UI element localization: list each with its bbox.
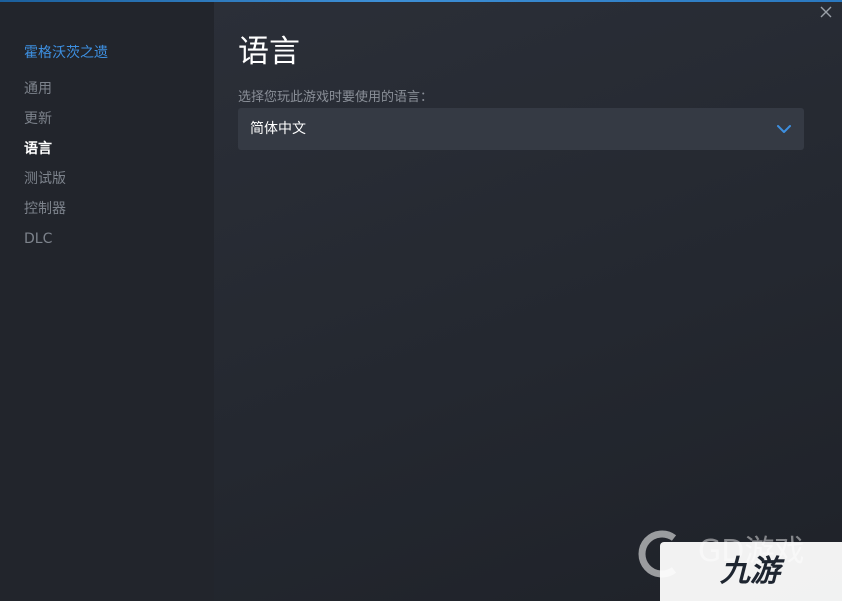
game-title: 霍格沃茨之遗 <box>24 45 108 61</box>
steam-game-properties-window: 霍格沃茨之遗 通用 更新 语言 测试版 控制器 DLC 语言 选择您玩此游戏时要… <box>0 0 842 601</box>
language-select-label: 选择您玩此游戏时要使用的语言： <box>238 90 434 105</box>
sidebar-item-general[interactable]: 通用 <box>24 78 66 108</box>
close-icon <box>820 6 832 18</box>
sidebar-item-betas[interactable]: 测试版 <box>24 168 66 198</box>
sidebar-item-dlc[interactable]: DLC <box>24 228 66 258</box>
sidebar-item-language[interactable]: 语言 <box>24 138 66 168</box>
watermark: GD游戏 九游 <box>632 522 842 601</box>
sidebar-item-label: 更新 <box>24 111 52 127</box>
close-button[interactable] <box>818 4 834 20</box>
sidebar-item-label: 语言 <box>24 141 52 157</box>
sidebar-item-label: 测试版 <box>24 171 66 187</box>
sidebar-item-label: DLC <box>24 231 53 247</box>
chevron-down-icon <box>777 125 791 133</box>
watermark-text-jiuyou: 九游 <box>720 554 780 589</box>
sidebar-nav: 通用 更新 语言 测试版 控制器 DLC <box>24 78 66 258</box>
page-title: 语言 <box>238 34 300 70</box>
sidebar: 霍格沃茨之遗 通用 更新 语言 测试版 控制器 DLC <box>0 2 214 601</box>
language-select[interactable]: 简体中文 <box>238 108 804 150</box>
sidebar-item-updates[interactable]: 更新 <box>24 108 66 138</box>
sidebar-item-label: 控制器 <box>24 201 66 217</box>
sidebar-item-label: 通用 <box>24 81 52 97</box>
sidebar-item-controller[interactable]: 控制器 <box>24 198 66 228</box>
main-content: 语言 选择您玩此游戏时要使用的语言： 简体中文 <box>214 2 842 601</box>
language-select-value: 简体中文 <box>250 121 306 137</box>
